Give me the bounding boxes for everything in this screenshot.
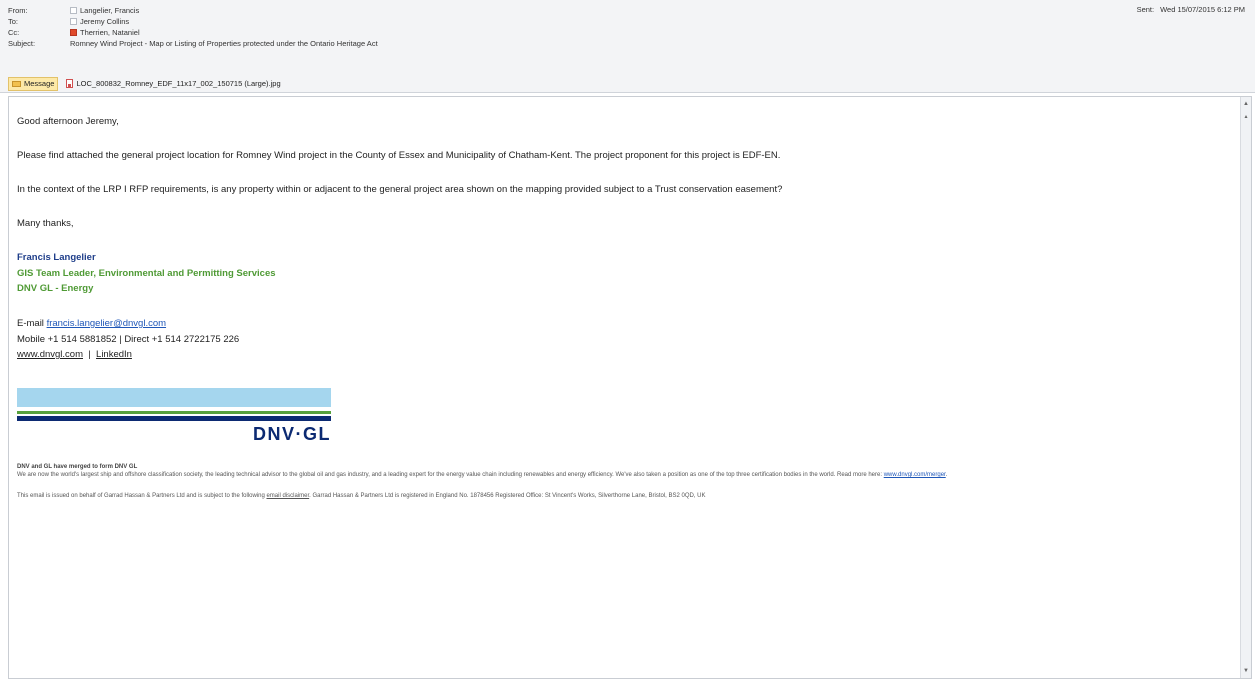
message-body[interactable]: Good afternoon Jeremy, Please find attac… xyxy=(8,96,1252,679)
envelope-icon xyxy=(12,80,21,87)
logo-green-line xyxy=(17,411,331,414)
sent-info: Sent: Wed 15/07/2015 6:12 PM xyxy=(1137,5,1245,14)
to-value[interactable]: Jeremy Collins xyxy=(80,16,129,27)
closing: Many thanks, xyxy=(17,218,74,229)
email-link[interactable]: francis.langelier@dnvgl.com xyxy=(47,318,166,329)
merge-link[interactable]: www.dnvgl.com/merger xyxy=(884,472,946,478)
signature-name: Francis Langelier xyxy=(17,252,96,263)
logo-navy-line xyxy=(17,416,331,421)
message-tab-label: Message xyxy=(24,79,55,88)
website-link[interactable]: www.dnvgl.com xyxy=(17,349,83,360)
sent-label: Sent: xyxy=(1136,5,1155,14)
message-tab[interactable]: Message xyxy=(8,76,59,91)
subject-value: Romney Wind Project - Map or Listing of … xyxy=(70,39,378,48)
image-file-icon xyxy=(66,79,74,88)
scroll-down-arrow-icon[interactable]: ▼ xyxy=(1241,666,1251,676)
merge-end: . xyxy=(945,472,948,478)
disclaimer-text: This email is issued on behalf of Garrad… xyxy=(17,490,706,503)
cc-label: Cc: xyxy=(8,28,20,37)
signature-title: GIS Team Leader, Environmental and Permi… xyxy=(17,268,276,279)
cc-value[interactable]: Therrien, Nataniel xyxy=(80,27,140,38)
from-label: From: xyxy=(8,6,28,15)
logo-text: DNV·GL xyxy=(253,424,331,444)
scroll-up-arrow-icon[interactable]: ▲ xyxy=(1241,99,1251,109)
attachment-file-name: LOC_800832_Romney_EDF_11x17_002_150715 (… xyxy=(76,79,281,88)
attachment-file[interactable]: LOC_800832_Romney_EDF_11x17_002_150715 (… xyxy=(66,79,281,88)
merge-text: We are now the world's largest ship and … xyxy=(17,469,947,482)
signature-web-line: www.dnvgl.com | LinkedIn xyxy=(17,348,132,361)
chevron-up-icon[interactable]: ▴ xyxy=(1241,111,1251,121)
to-label: To: xyxy=(8,17,19,26)
body-paragraph-1: Please find attached the general project… xyxy=(17,150,781,161)
cc-contact[interactable]: Therrien, Nataniel xyxy=(70,27,140,38)
presence-icon xyxy=(70,7,77,14)
body-paragraph-2: In the context of the LRP I RFP requirem… xyxy=(17,184,783,195)
attachment-bar: Message LOC_800832_Romney_EDF_11x17_002_… xyxy=(8,76,281,91)
greeting: Good afternoon Jeremy, xyxy=(17,116,119,127)
message-header: From: Langelier, Francis To: Jeremy Coll… xyxy=(0,0,1255,93)
signature-phone: Mobile +1 514 5881852 | Direct +1 514 27… xyxy=(17,334,240,345)
linkedin-link[interactable]: LinkedIn xyxy=(96,349,132,360)
link-separator: | xyxy=(83,349,97,360)
sent-value: Wed 15/07/2015 6:12 PM xyxy=(1160,5,1245,14)
presence-icon xyxy=(70,18,77,25)
subject-label: Subject: xyxy=(8,39,36,48)
disclaimer-start: This email is issued on behalf of Garrad… xyxy=(17,493,267,499)
presence-busy-icon xyxy=(70,29,77,36)
merge-body: We are now the world's largest ship and … xyxy=(17,472,884,478)
disclaimer-end: . Garrad Hassan & Partners Ltd is regist… xyxy=(309,493,706,499)
email-label: E-mail xyxy=(17,318,47,329)
dnvgl-logo: DNV·GL xyxy=(17,388,331,450)
signature-email-line: E-mail francis.langelier@dnvgl.com xyxy=(17,317,166,330)
signature-company: DNV GL - Energy xyxy=(17,283,94,294)
to-contact[interactable]: Jeremy Collins xyxy=(70,16,129,27)
disclaimer-link[interactable]: email disclaimer xyxy=(266,493,309,499)
logo-light-blue-bar xyxy=(17,388,331,407)
from-value[interactable]: Langelier, Francis xyxy=(80,5,139,16)
vertical-scrollbar[interactable]: ▲ ▴ ▼ xyxy=(1240,97,1251,678)
from-contact[interactable]: Langelier, Francis xyxy=(70,5,139,16)
